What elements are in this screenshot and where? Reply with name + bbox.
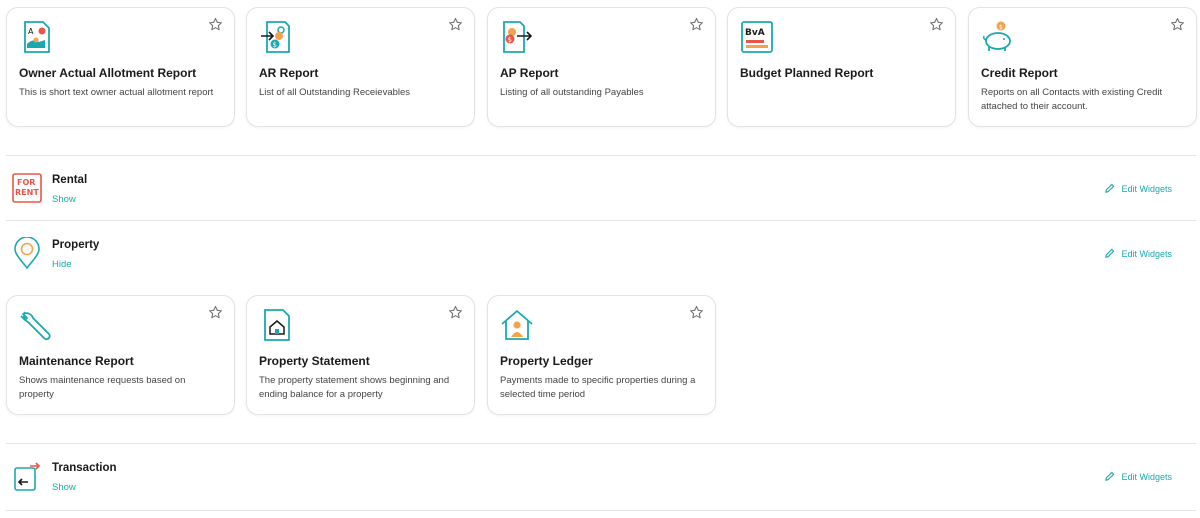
star-favorite-icon[interactable] bbox=[208, 17, 223, 32]
svg-text:A: A bbox=[28, 27, 34, 36]
report-card-ar[interactable]: $ AR Report List of all Outstanding Rece… bbox=[246, 7, 475, 127]
edit-widgets-label: Edit Widgets bbox=[1121, 471, 1172, 482]
section-title: Rental bbox=[52, 174, 88, 186]
edit-widgets-label: Edit Widgets bbox=[1121, 248, 1172, 259]
edit-widgets-label: Edit Widgets bbox=[1121, 183, 1172, 194]
card-description: Listing of all outstanding Payables bbox=[500, 87, 644, 98]
card-title: Property Statement bbox=[259, 354, 370, 368]
card-title: Credit Report bbox=[981, 66, 1058, 80]
edit-widgets-button[interactable]: Edit Widgets bbox=[1104, 248, 1172, 259]
section-transaction: Transaction Show Edit Widgets bbox=[6, 444, 1196, 508]
section-property: Property Hide Edit Widgets bbox=[6, 221, 1196, 285]
section-title: Transaction bbox=[52, 462, 117, 474]
report-card-property-ledger[interactable]: Property Ledger Payments made to specifi… bbox=[487, 295, 716, 415]
pencil-icon bbox=[1105, 183, 1115, 193]
ap-report-icon: $ bbox=[503, 21, 533, 53]
svg-text:$: $ bbox=[508, 36, 512, 44]
card-title: Property Ledger bbox=[500, 354, 593, 368]
card-description: The property statement shows beginning a… bbox=[259, 375, 450, 400]
piggy-bank-icon: $ bbox=[983, 21, 1011, 51]
bva-icon-text: BvA bbox=[745, 28, 765, 38]
budget-bva-icon: BvA bbox=[741, 21, 773, 53]
pencil-icon bbox=[1105, 248, 1115, 258]
section-rental: FOR RENT Rental Show Edit Widgets bbox=[6, 156, 1196, 220]
for-rent-text-bottom: RENT bbox=[15, 188, 39, 197]
wrench-icon bbox=[20, 311, 51, 341]
for-rent-sign-icon: FOR RENT bbox=[12, 173, 42, 203]
card-description: Payments made to specific properties dur… bbox=[500, 375, 696, 400]
card-title: Owner Actual Allotment Report bbox=[19, 66, 197, 80]
svg-text:$: $ bbox=[999, 24, 1003, 31]
report-card-maintenance[interactable]: Maintenance Report Shows maintenance req… bbox=[6, 295, 235, 415]
star-favorite-icon[interactable] bbox=[689, 17, 704, 32]
svg-text:$: $ bbox=[273, 41, 277, 49]
card-description: Shows maintenance requests based on prop… bbox=[19, 375, 186, 400]
edit-widgets-button[interactable]: Edit Widgets bbox=[1104, 471, 1172, 482]
report-card-ap[interactable]: $ AP Report Listing of all outstanding P… bbox=[487, 7, 716, 127]
card-description: Reports on all Contacts with existing Cr… bbox=[981, 87, 1163, 112]
card-description: List of all Outstanding Receievables bbox=[259, 87, 411, 98]
edit-widgets-button[interactable]: Edit Widgets bbox=[1104, 183, 1172, 194]
location-pin-icon bbox=[14, 237, 40, 269]
for-rent-text-top: FOR bbox=[17, 178, 35, 187]
section-toggle-link[interactable]: Show bbox=[52, 194, 76, 205]
star-favorite-icon[interactable] bbox=[929, 17, 944, 32]
report-card-budget-planned[interactable]: BvA Budget Planned Report bbox=[727, 7, 956, 127]
card-title: AP Report bbox=[500, 66, 559, 80]
star-favorite-icon[interactable] bbox=[689, 305, 704, 320]
star-favorite-icon[interactable] bbox=[448, 17, 463, 32]
section-toggle-link[interactable]: Hide bbox=[52, 259, 72, 270]
ar-report-icon: $ bbox=[261, 21, 290, 53]
report-card-credit[interactable]: $ Credit Report Reports on all Contacts … bbox=[968, 7, 1197, 127]
property-statement-icon bbox=[264, 309, 290, 341]
star-favorite-icon[interactable] bbox=[448, 305, 463, 320]
card-title: AR Report bbox=[259, 66, 319, 80]
owner-allotment-icon: A bbox=[24, 21, 50, 53]
section-toggle-link[interactable]: Show bbox=[52, 482, 76, 493]
card-title: Maintenance Report bbox=[19, 354, 134, 368]
section-title: Property bbox=[52, 239, 100, 251]
report-card-property-statement[interactable]: Property Statement The property statemen… bbox=[246, 295, 475, 415]
section-divider bbox=[6, 510, 1196, 511]
transaction-arrows-icon bbox=[14, 462, 41, 491]
star-favorite-icon[interactable] bbox=[1170, 17, 1185, 32]
report-card-owner-actual-allotment[interactable]: A Owner Actual Allotment Report This is … bbox=[6, 7, 235, 127]
card-title: Budget Planned Report bbox=[740, 66, 874, 80]
pencil-icon bbox=[1105, 471, 1115, 481]
star-favorite-icon[interactable] bbox=[208, 305, 223, 320]
card-description: This is short text owner actual allotmen… bbox=[19, 87, 214, 98]
property-ledger-icon bbox=[501, 310, 533, 340]
